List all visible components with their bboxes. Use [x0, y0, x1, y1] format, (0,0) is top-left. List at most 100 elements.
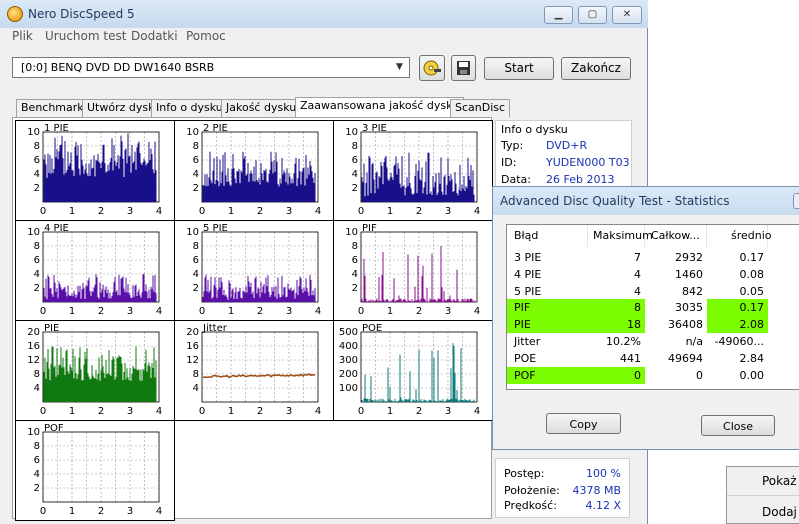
x-tick-label: 1	[69, 406, 75, 417]
menu-uruchom-test[interactable]: Uruchom test	[45, 29, 126, 43]
x-tick-label: 3	[127, 206, 133, 217]
end-button[interactable]: Zakończ	[561, 57, 631, 80]
column-header-error[interactable]: Błąd	[507, 225, 588, 247]
y-tick-label: 12	[27, 355, 40, 366]
tab-create-disc[interactable]: Utwórz dysk	[82, 99, 160, 117]
y-tick-label: 10	[345, 127, 358, 138]
menu-dodatki[interactable]: Dodatki	[131, 29, 178, 43]
tab-strip: Benchmark Utwórz dysk Info o dysku Jakoś…	[12, 97, 512, 118]
x-tick-label: 0	[199, 206, 205, 217]
floppy-disk-icon	[457, 61, 470, 75]
dialog-close-icon[interactable]	[793, 193, 799, 209]
start-button[interactable]: Start	[484, 57, 554, 80]
menu-bar: Plik Uruchom test Dodatki Pomoc	[0, 28, 648, 46]
y-tick-label: 6	[34, 455, 40, 466]
progress-group: Postęp: 100 % Położenie: 4378 MB Prędkoś…	[495, 458, 630, 518]
x-tick-label: 1	[387, 406, 393, 417]
x-tick-label: 3	[127, 306, 133, 317]
x-tick-label: 1	[69, 206, 75, 217]
table-row[interactable]: Jitter 10.2% n/a -49060...	[507, 333, 799, 350]
dialog-title: Advanced Disc Quality Test - Statistics	[500, 194, 730, 208]
disc-type-value: DVD+R	[546, 139, 588, 152]
column-header-total[interactable]: Całkow...	[645, 225, 707, 247]
chevron-down-icon: ▼	[396, 62, 403, 72]
chart-pie: PIE 20 16 12 8 4 0 1 2 3 4	[15, 320, 175, 421]
save-button[interactable]	[451, 55, 476, 81]
x-tick-label: 1	[228, 306, 234, 317]
x-tick-label: 3	[127, 506, 133, 517]
x-tick-label: 0	[358, 306, 364, 317]
drive-select[interactable]: [0:0] BENQ DVD DD DW1640 BSRB ▼	[12, 57, 410, 78]
context-menu-divider	[727, 495, 799, 496]
cell-max: 8	[588, 299, 645, 317]
y-tick-label: 4	[34, 169, 40, 180]
cell-name: 5 PIE	[514, 284, 542, 298]
cell-total: 842	[682, 284, 703, 298]
chart-series	[202, 151, 316, 202]
cell-name: PIF	[507, 299, 588, 317]
y-tick-label: 6	[34, 255, 40, 266]
y-tick-label: 8	[193, 141, 199, 152]
y-tick-label: 8	[193, 369, 199, 380]
table-row[interactable]: POE 441 49694 2.84	[507, 350, 799, 367]
disc-date-label: Data:	[501, 173, 531, 186]
cell-max: 18	[588, 316, 645, 334]
x-tick-label: 3	[286, 406, 292, 417]
x-tick-label: 1	[387, 306, 393, 317]
x-tick-label: 1	[228, 206, 234, 217]
close-button[interactable]: Close	[701, 415, 775, 436]
menu-plik[interactable]: Plik	[12, 29, 33, 43]
x-tick-label: 2	[98, 506, 104, 517]
y-tick-label: 12	[186, 355, 199, 366]
x-tick-label: 2	[98, 406, 104, 417]
y-tick-label: 6	[193, 255, 199, 266]
column-header-maximum[interactable]: Maksimum	[588, 225, 653, 247]
x-tick-label: 0	[199, 306, 205, 317]
dialog-title-bar[interactable]: Advanced Disc Quality Test - Statistics	[493, 187, 799, 215]
context-menu: Pokaż Dodaj	[726, 466, 799, 524]
close-button-label: Close	[723, 420, 753, 433]
maximize-button[interactable]: ▢	[578, 6, 607, 24]
x-tick-label: 0	[199, 406, 205, 417]
y-tick-label: 10	[186, 227, 199, 238]
chart-grid	[201, 331, 319, 403]
tab-disc-info[interactable]: Info o dysku	[151, 99, 228, 117]
y-tick-label: 2	[34, 183, 40, 194]
minimize-button[interactable]: ▁	[544, 6, 573, 24]
close-window-button[interactable]: ✕	[612, 6, 642, 24]
title-bar[interactable]: Nero DiscSpeed 5 ▁ ▢ ✕	[0, 0, 648, 28]
table-row[interactable]: PIE 18 36408 2.08	[507, 316, 799, 334]
table-row[interactable]: 5 PIE 4 842 0.05	[507, 283, 799, 300]
y-tick-label: 6	[34, 155, 40, 166]
table-row[interactable]: 4 PIE 4 1460 0.08	[507, 266, 799, 283]
context-menu-add[interactable]: Dodaj	[762, 505, 797, 519]
cell-total: 3035	[675, 301, 703, 315]
tab-disc-quality[interactable]: Jakość dysku	[221, 99, 302, 117]
chart-series	[43, 133, 157, 202]
tab-advanced-disc-quality[interactable]: Zaawansowana jakość dysku	[295, 97, 465, 118]
cell-name: POE	[514, 351, 537, 365]
copy-button[interactable]: Copy	[546, 413, 621, 434]
disc-key-icon	[423, 60, 441, 76]
statistics-list[interactable]: Błąd Maksimum Całkow... średnio 3 PIE 7 29…	[506, 224, 799, 390]
start-button-label: Start	[504, 61, 534, 75]
table-row[interactable]: POF 0 0 0.00	[507, 366, 799, 384]
x-tick-label: 4	[474, 406, 480, 417]
menu-pomoc[interactable]: Pomoc	[186, 29, 226, 43]
chart-pif: PIF 10 8 6 4 2 0 1 2 3 4	[333, 220, 493, 321]
disc-id-value: YUDEN000 T03	[546, 156, 630, 169]
disc-info-button[interactable]	[419, 55, 445, 81]
progress-value: 100 %	[586, 467, 621, 480]
tab-benchmark[interactable]: Benchmark	[16, 99, 89, 117]
table-row[interactable]: 3 PIE 7 2932 0.17	[507, 249, 799, 266]
x-tick-label: 4	[474, 206, 480, 217]
y-tick-label: 2	[352, 283, 358, 294]
tab-scandisc[interactable]: ScanDisc	[450, 99, 511, 117]
cell-total: n/a	[685, 335, 703, 348]
cell-name: PIE	[507, 316, 588, 334]
context-menu-show[interactable]: Pokaż	[762, 474, 797, 488]
x-tick-label: 3	[286, 206, 292, 217]
column-header-average[interactable]: średnio	[707, 225, 772, 247]
y-tick-label: 4	[352, 269, 358, 280]
table-row[interactable]: PIF 8 3035 0.17	[507, 299, 799, 317]
